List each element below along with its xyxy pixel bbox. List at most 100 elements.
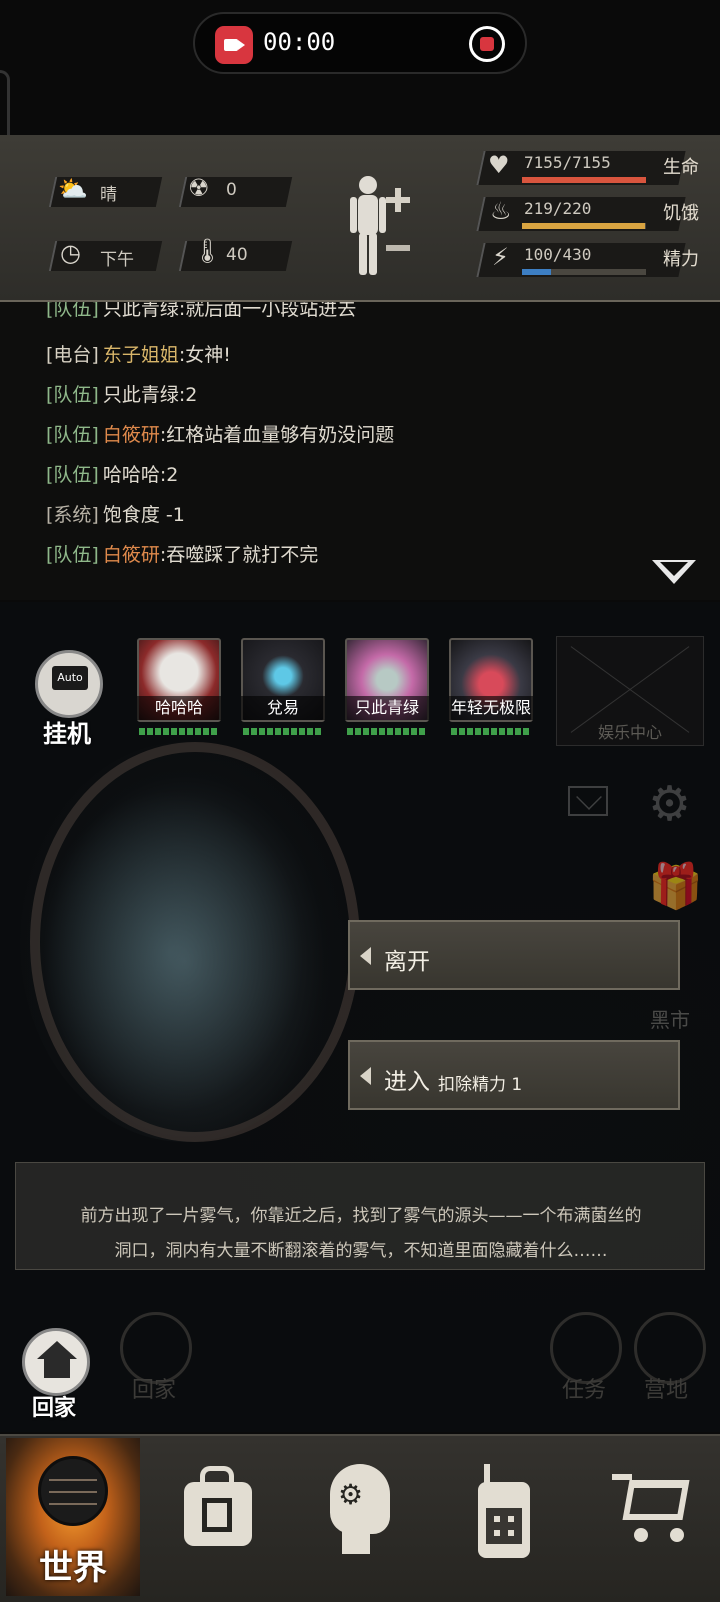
energy-bar-fill	[522, 269, 551, 275]
narrative-line-2: 洞口，洞内有大量不断翻滚着的雾气，不知道里面隐藏着什么……	[114, 1241, 608, 1261]
entertainment-center-label: 娱乐中心	[597, 723, 662, 742]
chat-message: [队伍] 只此青绿:2	[46, 380, 197, 407]
chat-channel: [电台]	[46, 344, 99, 366]
chat-text: :就后面一小段站进去	[178, 302, 357, 320]
stomach-icon: ♨	[490, 197, 512, 225]
black-market-label[interactable]: 黑市	[650, 1004, 690, 1033]
temperature-value: 40	[226, 245, 248, 265]
energy-label: 精力	[663, 249, 699, 270]
heartbeat-icon: ♥	[488, 151, 510, 179]
chat-message: [队伍] 哈哈哈:2	[46, 460, 178, 487]
hunger-bar-fill	[522, 223, 646, 229]
recording-timer: 00:00	[263, 28, 336, 56]
chat-message: [队伍] 白筱研:吞噬踩了就打不完	[46, 540, 318, 567]
auto-idle-button[interactable]: Auto	[35, 650, 103, 718]
chat-sender[interactable]: 白筱研	[103, 544, 160, 566]
screen-recorder-pill: 00:00	[193, 12, 527, 74]
life-label: 生命	[663, 157, 699, 178]
leave-option-button[interactable]: 离开	[348, 920, 680, 990]
human-body-icon	[350, 176, 410, 275]
chat-message: [电台] 东子姐姐:女神!	[46, 340, 231, 367]
chat-text: :女神!	[178, 344, 231, 366]
enter-option-label: 进入	[384, 1069, 430, 1095]
chat-message: [队伍] 只此青绿:就后面一小段站进去	[46, 302, 356, 321]
cave-rim-illustration	[30, 742, 360, 1142]
nav-world-tab[interactable]: 世界	[6, 1438, 140, 1596]
camp-ghost-label: 营地	[644, 1378, 689, 1403]
chat-channel: [队伍]	[46, 302, 99, 320]
life-value: 7155/7155	[524, 153, 611, 172]
auto-monitor-icon: Auto	[52, 666, 88, 690]
team-member[interactable]: 哈哈哈	[137, 638, 221, 738]
hunger-label: 饥饿	[663, 203, 699, 224]
energy-head-icon: ⚡	[492, 243, 509, 271]
cloud-sun-icon: ⛅	[58, 175, 88, 203]
chat-sender[interactable]: 白筱研	[103, 424, 160, 446]
member-name: 只此青绿	[345, 696, 429, 720]
chat-channel: [队伍]	[46, 424, 99, 446]
auto-idle-label[interactable]: 挂机	[43, 714, 91, 749]
team-member[interactable]: 只此青绿	[345, 638, 429, 738]
member-hp-bar	[451, 728, 531, 735]
home-button[interactable]	[22, 1328, 90, 1396]
energy-value: 100/430	[524, 245, 592, 264]
chat-channel: [系统]	[46, 504, 99, 526]
mail-icon[interactable]	[568, 786, 608, 816]
chat-channel: [队伍]	[46, 384, 99, 406]
chat-text: :吞噬踩了就打不完	[159, 544, 319, 566]
member-name: 兌易	[241, 696, 325, 720]
chat-text: :2	[159, 464, 179, 486]
chat-text: -1	[159, 504, 185, 526]
member-name: 哈哈哈	[137, 696, 221, 720]
chat-text: :红格站着血量够有奶没问题	[159, 424, 395, 446]
team-member[interactable]: 年轻无极限	[449, 638, 533, 738]
hunger-value: 219/220	[524, 199, 592, 218]
chat-channel: [队伍]	[46, 464, 99, 486]
life-bar-fill	[522, 177, 646, 183]
status-panel: ⛅ 晴 ☢ 0 ◷ 下午 🌡 40 ♥ 7155/7155 生命 ♨ 219/2…	[0, 135, 720, 302]
walkie-talkie-icon[interactable]	[478, 1464, 530, 1558]
chat-sender[interactable]: 哈哈哈	[103, 464, 160, 486]
chat-sender[interactable]: 只此青绿	[103, 384, 179, 406]
gift-icon[interactable]: 🎁	[648, 860, 703, 912]
hunger-bar	[522, 223, 646, 229]
energy-bar	[522, 269, 646, 275]
home-ghost-label: 回家	[132, 1378, 177, 1403]
thermometer-icon: 🌡	[192, 237, 223, 265]
caret-left-icon	[360, 1067, 371, 1085]
chat-message: [系统] 饱食度 -1	[46, 500, 185, 527]
enter-cost-label: 扣除精力 1	[438, 1075, 523, 1095]
member-hp-bar	[139, 728, 219, 735]
chat-sender[interactable]: 东子姐姐	[103, 344, 179, 366]
skills-head-icon[interactable]: ⚙	[326, 1464, 396, 1556]
video-camera-icon	[215, 26, 253, 64]
nav-world-label: 世界	[39, 1548, 107, 1588]
radiation-icon: ☢	[188, 174, 210, 202]
member-hp-bar	[347, 728, 427, 735]
chat-collapse-icon[interactable]	[652, 560, 696, 584]
chat-message: [队伍] 白筱研:红格站着血量够有奶没问题	[46, 420, 394, 447]
chat-channel: [队伍]	[46, 544, 99, 566]
member-hp-bar	[243, 728, 323, 735]
body-status-button[interactable]	[348, 173, 418, 279]
entertainment-center-button[interactable]: 娱乐中心	[556, 636, 704, 746]
team-member[interactable]: 兌易	[241, 638, 325, 738]
radiation-value: 0	[226, 180, 237, 200]
leave-option-label: 离开	[384, 949, 430, 975]
life-bar	[522, 177, 646, 183]
stop-recording-button[interactable]	[469, 26, 505, 62]
gear-icon[interactable]: ⚙	[648, 776, 691, 832]
home-label[interactable]: 回家	[32, 1390, 76, 1422]
house-icon	[37, 1341, 77, 1359]
shopping-cart-icon[interactable]	[612, 1464, 696, 1548]
backpack-icon[interactable]	[180, 1464, 256, 1550]
enter-option-button[interactable]: 进入 扣除精力 1	[348, 1040, 680, 1110]
chat-sender[interactable]: 只此青绿	[103, 302, 179, 320]
caret-left-icon	[360, 947, 371, 965]
globe-icon	[38, 1456, 108, 1526]
weather-value: 晴	[100, 185, 117, 205]
member-name: 年轻无极限	[449, 696, 533, 720]
chat-sender[interactable]: 饱食度	[103, 504, 160, 526]
chat-text: :2	[178, 384, 198, 406]
chat-log[interactable]: [队伍] 只此青绿:就后面一小段站进去 [电台] 东子姐姐:女神! [队伍] 只此青绿:2…	[0, 302, 720, 600]
